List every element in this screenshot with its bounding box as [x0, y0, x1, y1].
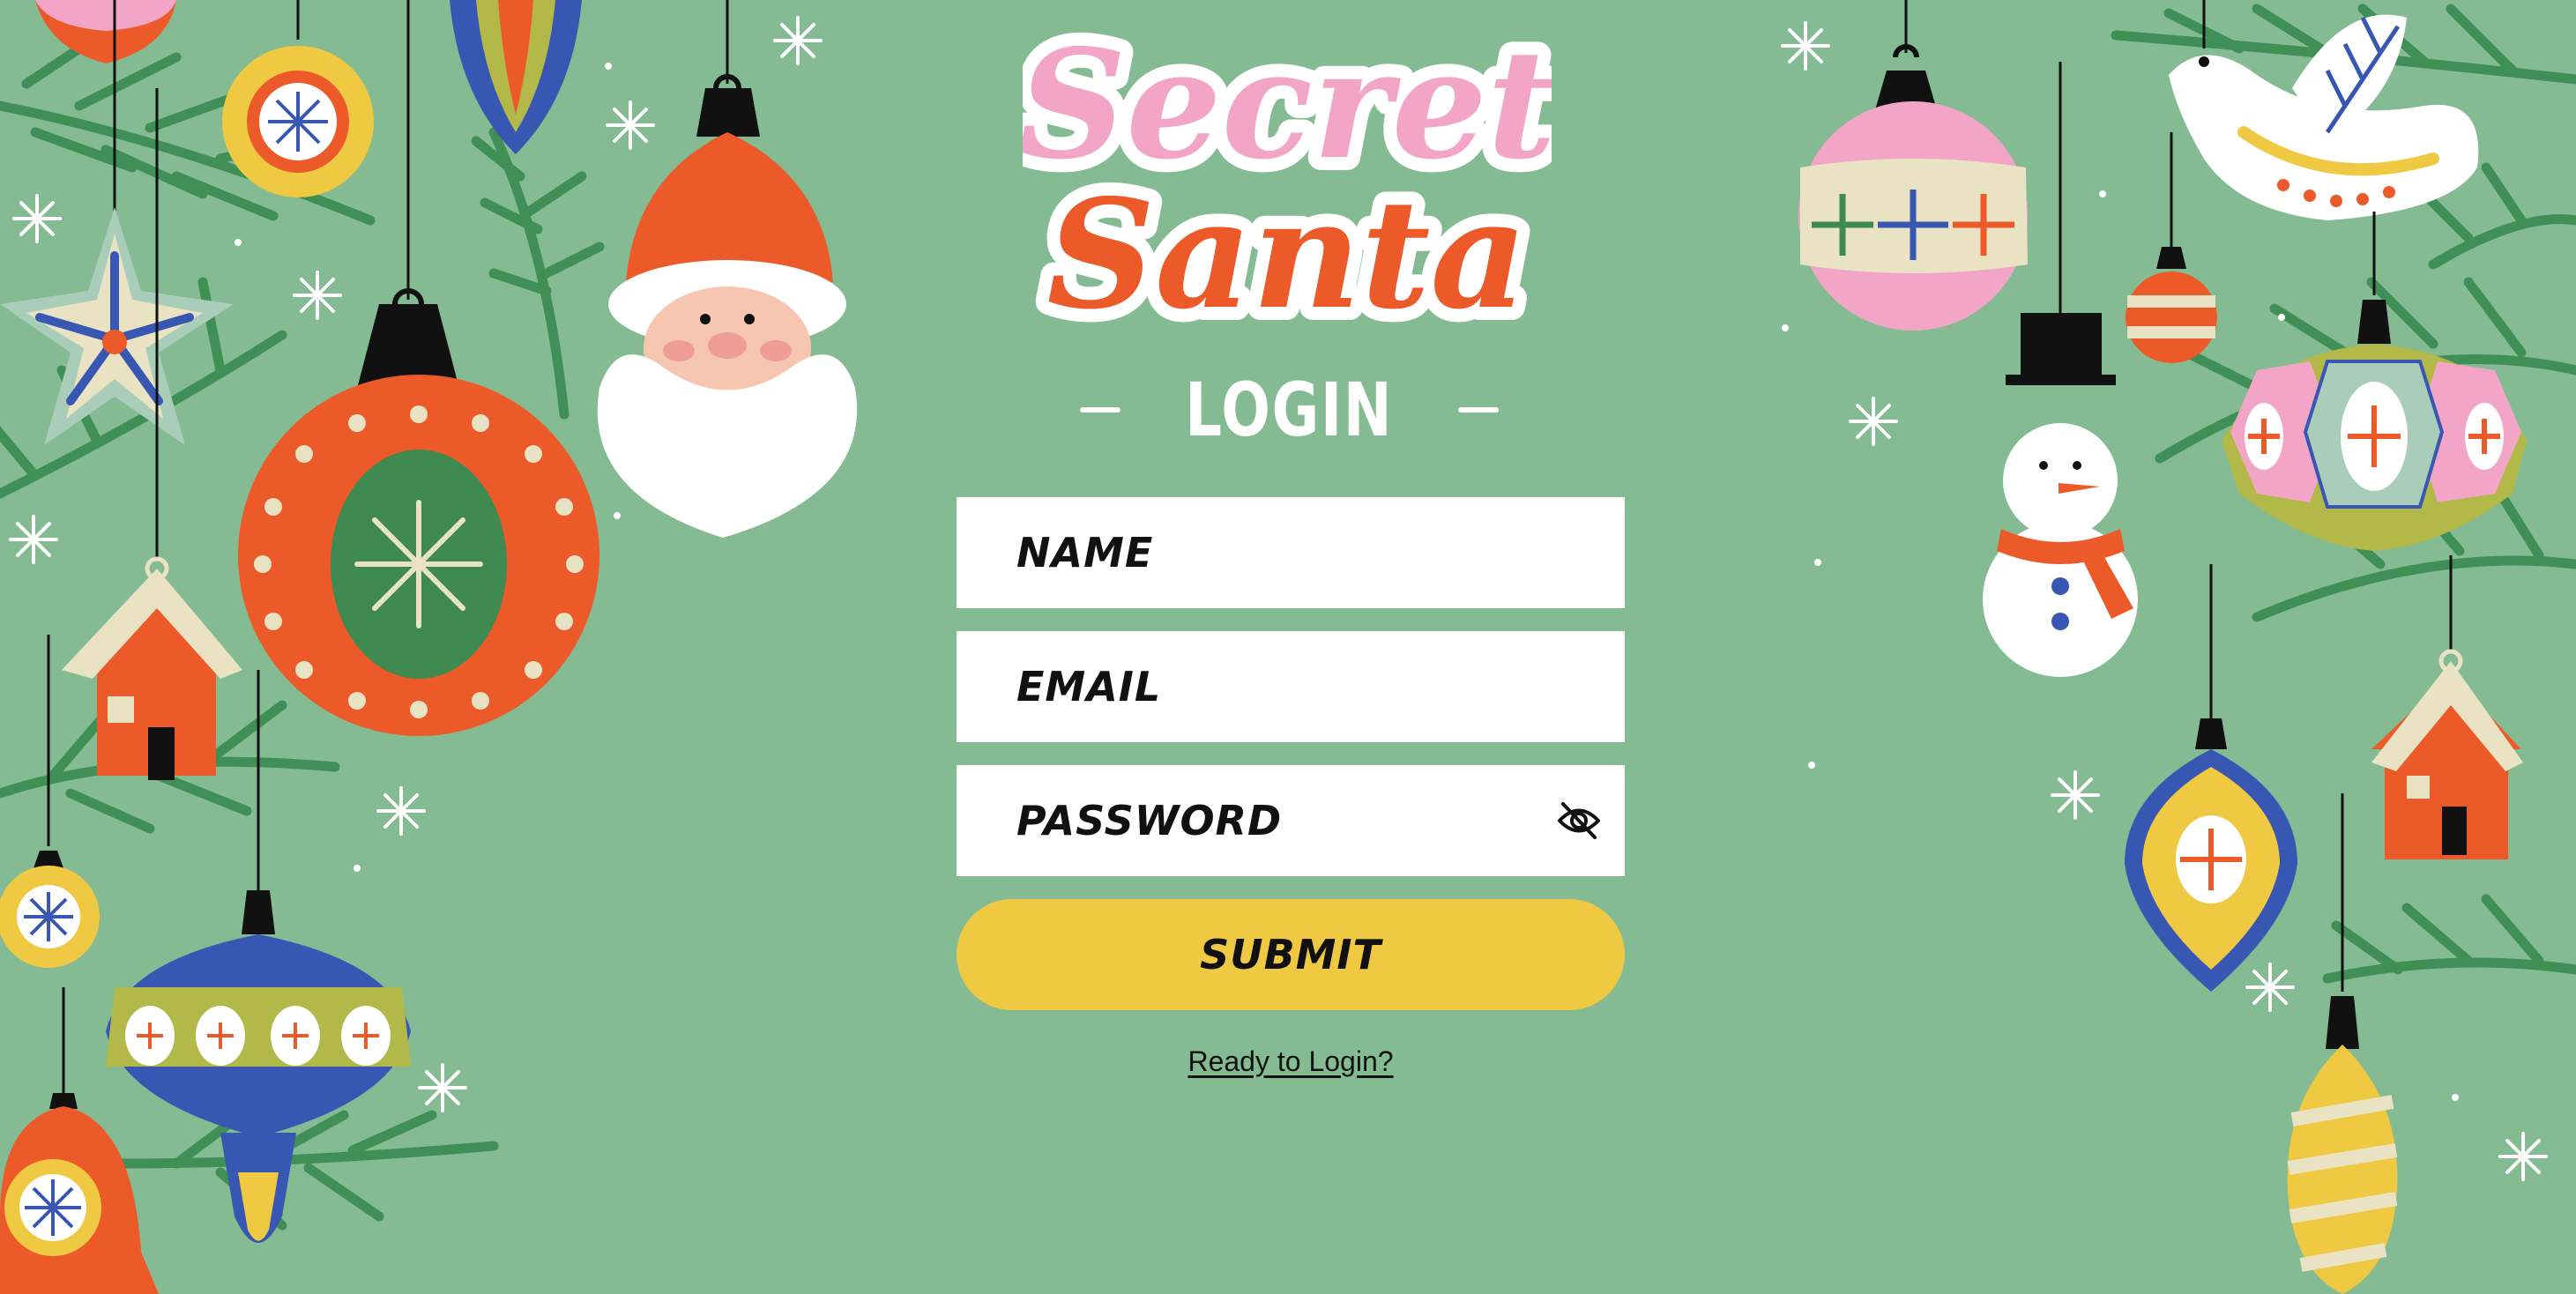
heading-rule-left [1080, 407, 1121, 413]
submit-button[interactable]: SUBMIT [957, 899, 1625, 1010]
heading-rule-right [1457, 407, 1499, 413]
login-panel: Secret Secret Santa Santa LOGIN SUBMIT R… [0, 0, 2576, 1294]
password-input[interactable] [957, 765, 1625, 876]
email-field-container [957, 631, 1625, 742]
login-heading-text: LOGIN [1185, 367, 1394, 453]
logo-line-santa-fill: Santa [1046, 167, 1527, 333]
secret-santa-logo: Secret Secret Santa Santa [1023, 16, 1552, 333]
email-input[interactable] [957, 631, 1625, 742]
name-field-container [957, 497, 1625, 608]
ready-to-login-link[interactable]: Ready to Login? [1093, 1045, 1488, 1078]
login-heading: LOGIN [1080, 366, 1499, 454]
password-field-container [957, 765, 1625, 876]
name-input[interactable] [957, 497, 1625, 608]
eye-off-icon[interactable] [1556, 799, 1602, 843]
